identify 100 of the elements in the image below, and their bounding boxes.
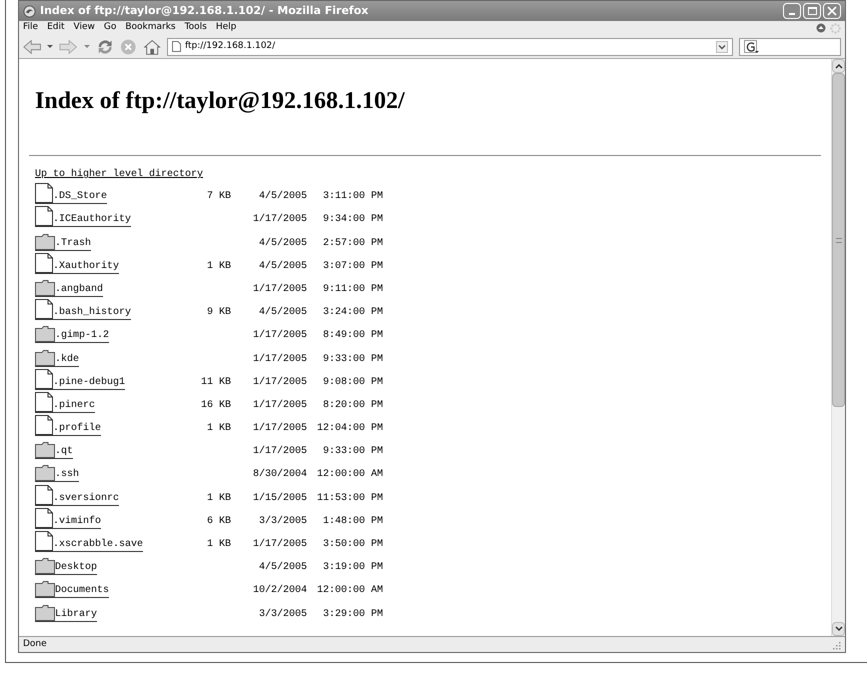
modified-date: 4/5/2005 — [258, 307, 307, 320]
file-link[interactable]: .profile — [35, 415, 102, 436]
modified-date: 4/5/2005 — [258, 260, 307, 273]
forward-arrow-icon[interactable] — [59, 38, 78, 54]
file-size: 1 KB — [206, 539, 231, 551]
modified-date: 1/17/2005 — [252, 446, 307, 458]
file-link[interactable]: Documents — [35, 581, 110, 598]
minimize-button[interactable] — [783, 3, 801, 19]
file-size: 1 KB — [206, 492, 231, 505]
file-link[interactable]: .viminfo — [35, 508, 102, 529]
file-link[interactable]: .angband — [35, 280, 104, 297]
file-link[interactable]: .ssh — [35, 465, 80, 482]
file-link[interactable]: Desktop — [35, 558, 98, 576]
search-engine-icon[interactable] — [744, 40, 760, 54]
file-link[interactable]: Library — [35, 604, 98, 622]
caret-up-icon — [834, 63, 842, 69]
folder-icon — [35, 326, 55, 342]
menu-item[interactable]: Tools — [184, 21, 207, 35]
modified-date: 3/3/2005 — [258, 608, 307, 621]
file-link[interactable]: .Trash — [35, 234, 92, 251]
home-icon[interactable] — [142, 38, 161, 56]
folder-icon — [35, 350, 55, 366]
modified-date: 1/17/2005 — [252, 376, 307, 389]
stop-icon[interactable] — [120, 38, 137, 56]
maximize-button[interactable] — [803, 3, 821, 19]
file-icon — [35, 392, 53, 412]
modified-time: 1:48:00 PM — [322, 516, 383, 528]
file-icon — [35, 415, 53, 436]
modified-time: 11:53:00 PM — [316, 492, 383, 505]
file-link[interactable]: .bash_history — [35, 299, 132, 320]
dropdown-arrow-icon[interactable] — [47, 45, 54, 48]
caret-down-icon — [834, 626, 842, 632]
modified-time: 3:11:00 PM — [322, 191, 383, 204]
file-size: 16 KB — [200, 400, 231, 412]
modified-date: 3/3/2005 — [258, 516, 307, 528]
modified-time: 3:50:00 PM — [322, 539, 383, 551]
browser-logo-icon — [23, 4, 36, 18]
modified-date: 4/5/2005 — [258, 562, 307, 574]
modified-date: 1/17/2005 — [252, 284, 307, 296]
download-icon[interactable] — [816, 23, 826, 33]
page-icon — [172, 41, 181, 52]
scroll-down-button[interactable] — [832, 622, 845, 636]
file-size: 1 KB — [206, 260, 231, 273]
file-icon — [35, 252, 53, 273]
file-link[interactable]: .Xauthority — [35, 252, 120, 274]
file-link[interactable]: .sversionrc — [35, 484, 120, 506]
menu-item[interactable]: Edit — [47, 21, 64, 35]
modified-time: 8:20:00 PM — [322, 400, 383, 412]
modified-date: 10/2/2004 — [252, 585, 307, 598]
status-text: Done — [23, 638, 47, 651]
scrollbar[interactable] — [831, 59, 845, 636]
modified-date: 1/17/2005 — [252, 354, 307, 366]
file-icon — [35, 183, 53, 204]
page-heading: Index of ftp://taylor@192.168.1.102/ — [35, 87, 406, 116]
file-link[interactable]: .kde — [35, 350, 80, 366]
modified-time: 3:07:00 PM — [322, 260, 383, 273]
modified-date: 4/5/2005 — [258, 238, 307, 250]
menu-item[interactable]: Go — [104, 21, 116, 35]
modified-time: 9:11:00 PM — [322, 284, 383, 296]
menu-item[interactable]: View — [74, 21, 95, 35]
menu-item[interactable]: Help — [216, 21, 236, 35]
file-link[interactable]: .qt — [35, 442, 74, 460]
scroll-up-button[interactable] — [832, 59, 845, 73]
file-link[interactable]: .xscrabble.save — [35, 531, 144, 552]
folder-icon — [35, 234, 55, 250]
file-link[interactable]: .pine-debug1 — [35, 368, 126, 390]
modified-date: 4/5/2005 — [258, 191, 307, 204]
file-link[interactable]: .DS_Store — [35, 183, 108, 204]
file-size: 9 KB — [206, 307, 231, 320]
file-size: 6 KB — [206, 516, 231, 528]
file-link[interactable]: .ICEauthority — [35, 206, 132, 228]
address-field[interactable]: ftp://192.168.1.102/ — [166, 38, 734, 56]
file-size: 7 KB — [206, 191, 231, 204]
search-field[interactable] — [739, 38, 841, 56]
modified-time: 9:34:00 PM — [322, 214, 383, 226]
folder-icon — [35, 604, 55, 621]
window-title: Index of ftp://taylor@192.168.1.102/ - Mozilla Firefox — [40, 2, 368, 19]
modified-date: 1/17/2005 — [252, 214, 307, 226]
file-link[interactable]: .gimp-1.2 — [35, 326, 110, 344]
modified-time: 12:00:00 AM — [316, 469, 383, 482]
file-icon — [35, 368, 53, 389]
modified-time: 12:04:00 PM — [316, 423, 383, 436]
folder-icon — [35, 465, 55, 482]
close-button[interactable] — [823, 3, 841, 19]
menu-item[interactable]: File — [23, 21, 38, 35]
resize-grip-icon[interactable] — [831, 640, 841, 650]
back-arrow-icon[interactable] — [23, 38, 42, 54]
parent-directory-link[interactable]: Up to higher level directory — [35, 167, 204, 183]
scroll-thumb[interactable] — [832, 73, 845, 407]
file-icon — [35, 299, 53, 320]
file-icon — [35, 531, 53, 551]
modified-date: 1/17/2005 — [252, 400, 307, 412]
modified-time: 3:24:00 PM — [322, 307, 383, 320]
file-icon — [35, 508, 53, 528]
folder-icon — [35, 442, 55, 458]
modified-time: 2:57:00 PM — [322, 238, 383, 250]
throbber-icon — [830, 22, 841, 34]
folder-icon — [35, 280, 55, 296]
menu-item[interactable]: Bookmarks — [125, 21, 176, 35]
file-link[interactable]: .pinerc — [35, 392, 96, 413]
